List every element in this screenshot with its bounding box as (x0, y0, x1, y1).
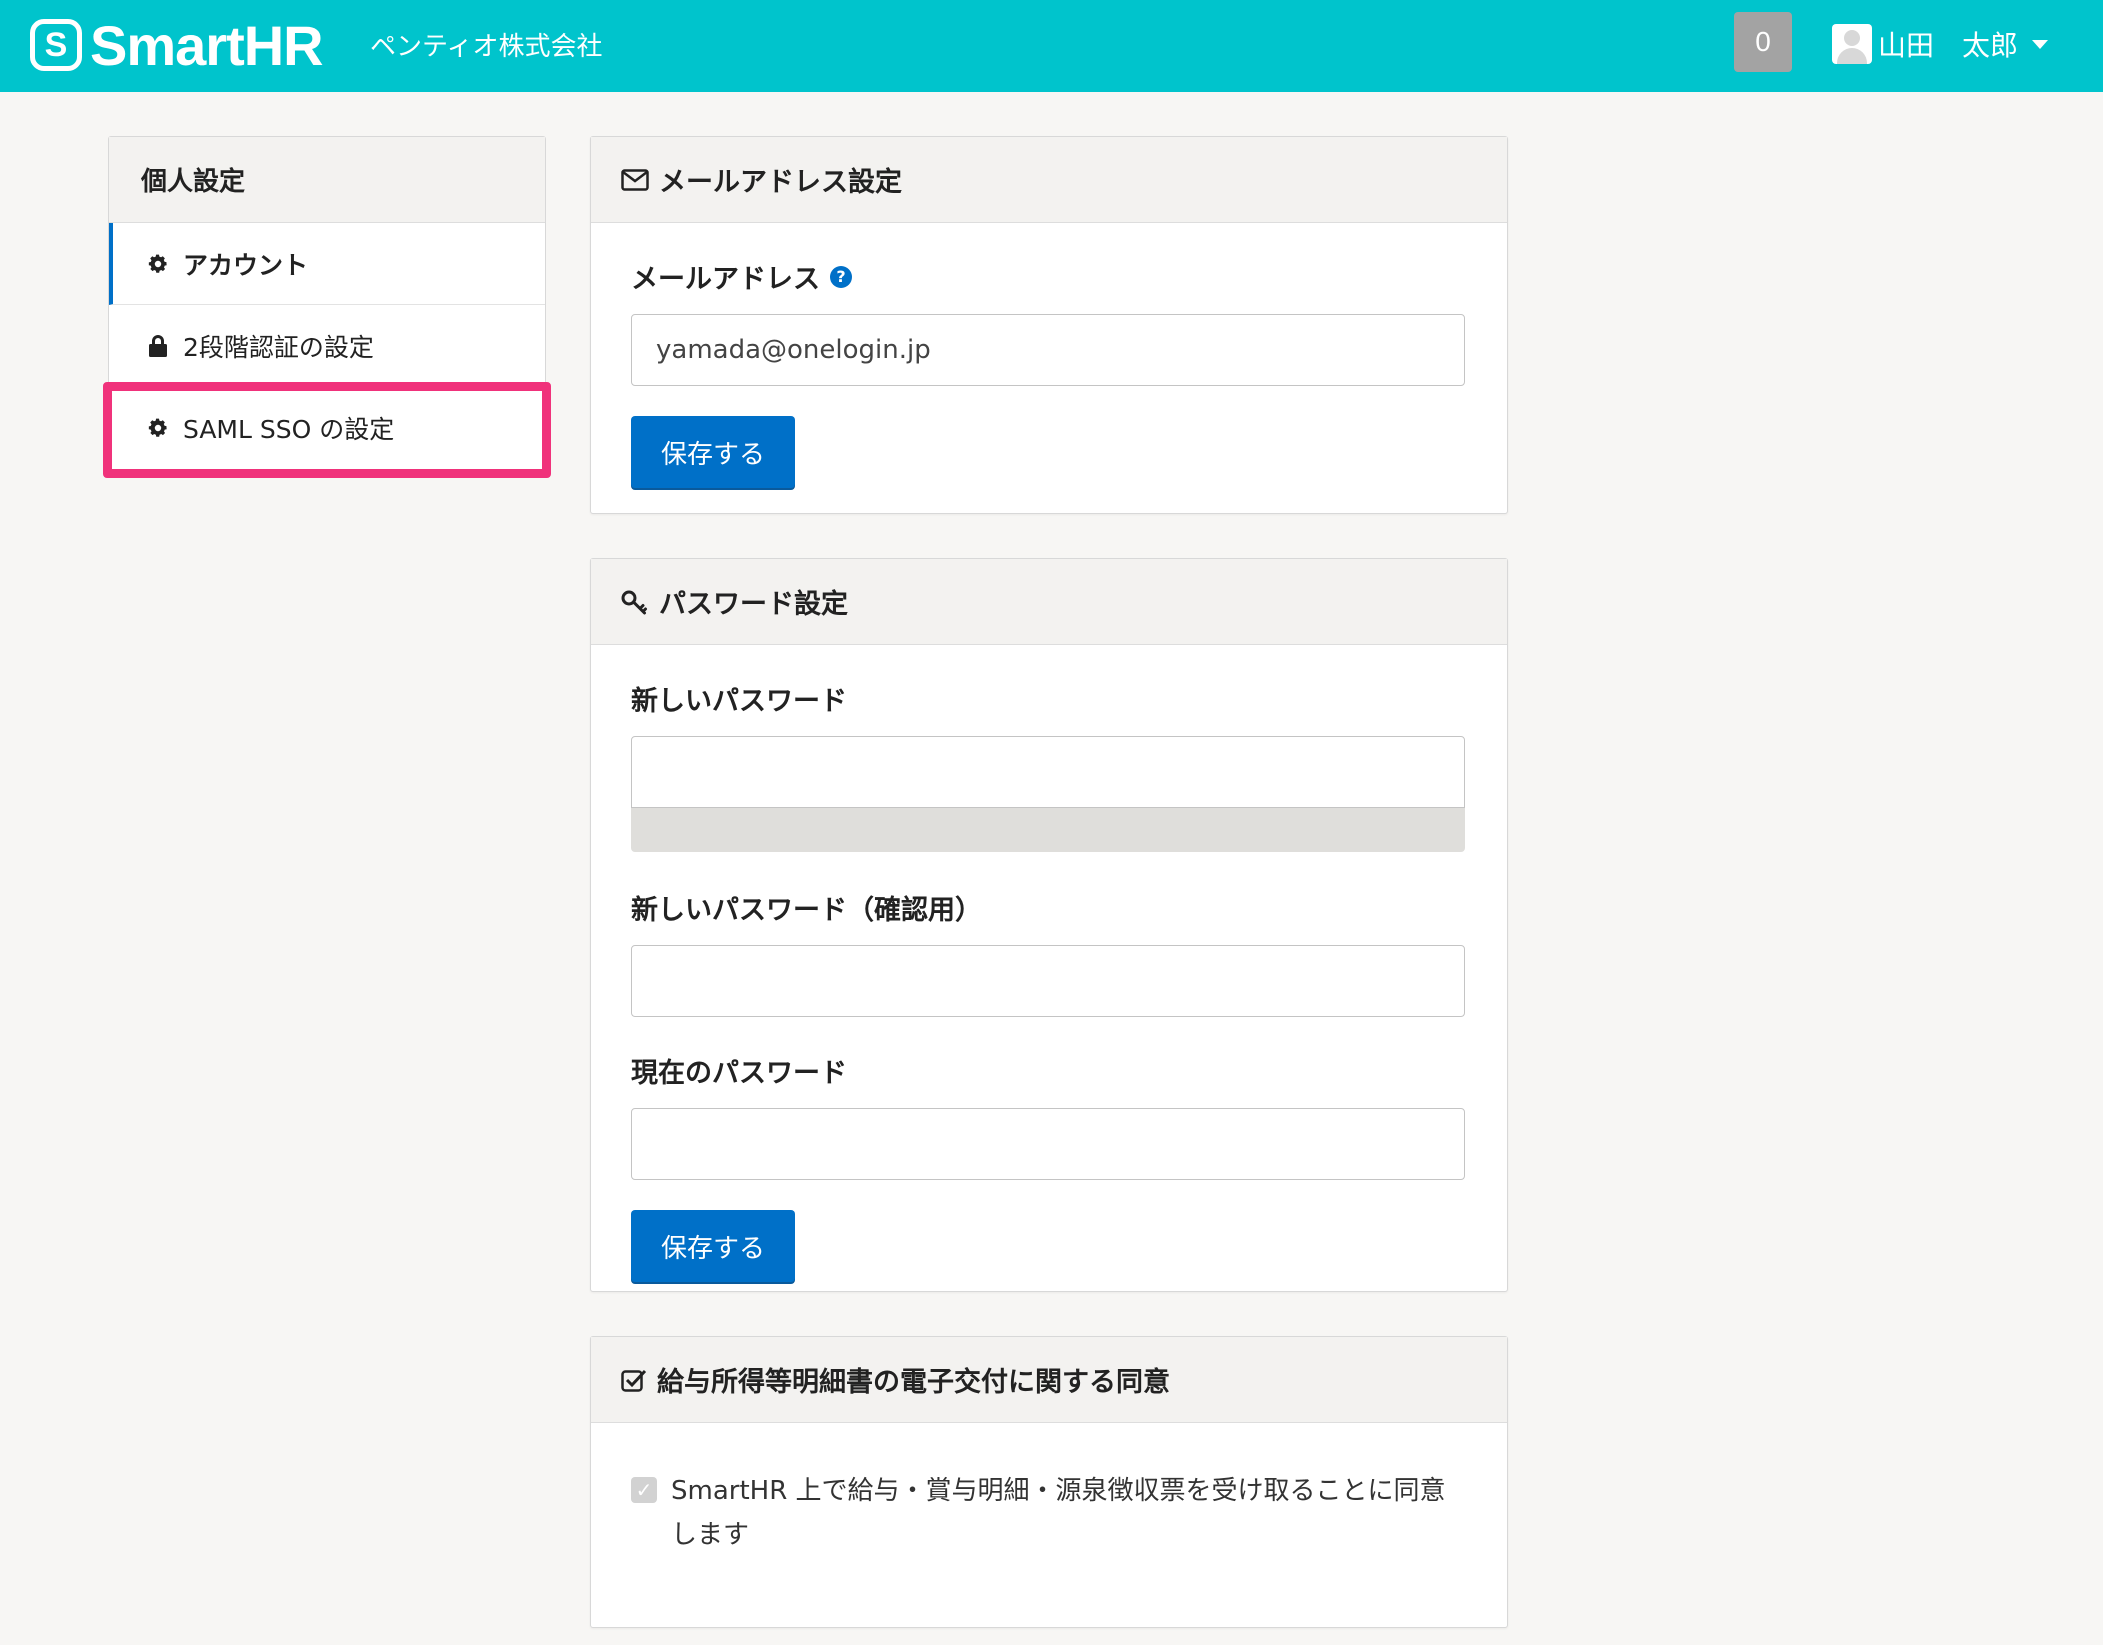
password-strength-meter (631, 808, 1465, 852)
email-input[interactable] (631, 314, 1465, 386)
email-panel-header: メールアドレス設定 (591, 137, 1507, 223)
consent-panel-title: 給与所得等明細書の電子交付に関する同意 (657, 1367, 1170, 1398)
help-icon[interactable]: ? (830, 265, 852, 288)
confirm-password-label: 新しいパスワード（確認用） (631, 895, 982, 926)
password-settings-panel: パスワード設定 新しいパスワード 新しいパスワード（確認用） 現在のパスワード … (590, 558, 1508, 1292)
current-password-input[interactable] (631, 1108, 1465, 1180)
logo-mark-icon: S (30, 19, 82, 71)
save-password-button[interactable]: 保存する (631, 1210, 795, 1282)
email-panel-title: メールアドレス設定 (659, 167, 902, 198)
sidebar-item-saml-sso[interactable]: SAML SSO の設定 (109, 387, 545, 469)
gear-icon (145, 253, 171, 275)
sidebar-item-label: アカウント (183, 250, 309, 280)
user-name: 山田 太郎 (1878, 29, 2019, 62)
company-name: ペンティオ株式会社 (370, 32, 603, 62)
envelope-icon (621, 168, 649, 191)
avatar-icon (1832, 24, 1872, 64)
gear-icon (145, 417, 171, 439)
sidebar-item-label: 2段階認証の設定 (183, 332, 374, 362)
save-email-button[interactable]: 保存する (631, 416, 795, 488)
lock-icon (145, 334, 171, 357)
email-field-label: メールアドレス ? (631, 257, 1467, 296)
sidebar-item-two-factor[interactable]: 2段階認証の設定 (109, 305, 545, 387)
consent-checkbox[interactable]: ✓ (631, 1477, 657, 1503)
sidebar-item-label: SAML SSO の設定 (183, 415, 395, 444)
confirm-password-input[interactable] (631, 945, 1465, 1017)
consent-panel: 給与所得等明細書の電子交付に関する同意 ✓ SmartHR 上で給与・賞与明細・… (590, 1336, 1508, 1628)
notification-count-badge[interactable]: 0 (1734, 12, 1792, 72)
sidebar-item-account[interactable]: アカウント (109, 223, 545, 305)
consent-checkbox-label: SmartHR 上で給与・賞与明細・源泉徴収票を受け取ることに同意します (671, 1476, 1446, 1550)
email-label-text: メールアドレス (631, 264, 820, 295)
consent-panel-header: 給与所得等明細書の電子交付に関する同意 (591, 1337, 1507, 1423)
current-password-label: 現在のパスワード (631, 1058, 847, 1089)
caret-down-icon (2032, 39, 2049, 49)
new-password-label: 新しいパスワード (631, 686, 847, 717)
consent-checkbox-row[interactable]: ✓ SmartHR 上で給与・賞与明細・源泉徴収票を受け取ることに同意します (631, 1469, 1467, 1557)
user-menu[interactable]: 山田 太郎 (1832, 20, 2049, 68)
smarthr-logo[interactable]: S SmartHR (30, 13, 324, 77)
email-settings-panel: メールアドレス設定 メールアドレス ? 保存する (590, 136, 1508, 514)
top-navigation-bar: S SmartHR ペンティオ株式会社 0 山田 太郎 (0, 0, 2103, 92)
new-password-input[interactable] (631, 736, 1465, 808)
sidebar-title: 個人設定 (109, 137, 545, 223)
key-icon (621, 589, 649, 615)
check-square-icon (621, 1368, 647, 1392)
password-panel-header: パスワード設定 (591, 559, 1507, 645)
personal-settings-sidebar: 個人設定 アカウント 2段階認証の設定 SAML SSO の設定 (108, 136, 546, 470)
password-panel-title: パスワード設定 (659, 589, 848, 620)
logo-text: SmartHR (90, 13, 324, 77)
